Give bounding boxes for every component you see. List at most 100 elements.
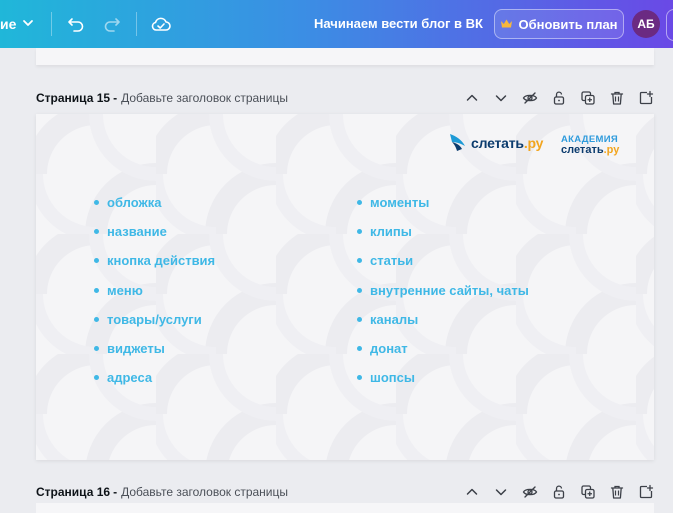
list-item-text: внутренние сайты, чаты [370, 282, 529, 298]
page-actions [451, 481, 654, 503]
list-item-text: каналы [370, 311, 419, 327]
undo-button[interactable] [64, 12, 88, 36]
unlock-icon [553, 91, 565, 105]
list-item-text: меню [107, 282, 143, 298]
share-button-edge[interactable] [666, 9, 673, 41]
upgrade-plan-label: Обновить план [518, 16, 618, 32]
list-item: меню [94, 276, 215, 305]
list-item: статьи [357, 246, 529, 275]
page-15-header: Страница 15 - Добавьте заголовок страниц… [36, 87, 654, 109]
list-item-text: обложка [107, 195, 162, 211]
page-title-separator: - [113, 91, 118, 105]
lock-page-button[interactable] [551, 484, 567, 500]
academy-sletat-logo: АКАДЕМИЯ слетать.ру [561, 134, 625, 156]
hide-page-button[interactable] [522, 90, 538, 106]
hide-page-button[interactable] [522, 484, 538, 500]
list-item: адреса [94, 363, 215, 392]
delete-page-button[interactable] [609, 484, 625, 500]
bullet [357, 346, 362, 352]
sletat-ru-logo: слетать.ру [448, 130, 543, 156]
bullet [357, 258, 362, 264]
duplicate-page-button[interactable] [580, 90, 596, 106]
move-page-up-button[interactable] [464, 484, 480, 500]
slide-canvas-page-15[interactable]: слетать.ру АКАДЕМИЯ слетать.ру обложка н… [36, 114, 654, 460]
list-item-text: товары/услуги [107, 311, 202, 327]
chevron-down-icon [495, 489, 507, 496]
user-avatar[interactable]: АБ [632, 10, 660, 38]
bullet [357, 316, 362, 322]
duplicate-icon [581, 485, 595, 499]
cloud-saved-button[interactable] [149, 12, 173, 36]
list-item: моменты [357, 188, 529, 217]
logo2-suffix: .ру [603, 144, 620, 156]
bullet [94, 287, 99, 293]
list-item-text: название [107, 224, 167, 240]
redo-button[interactable] [100, 12, 124, 36]
list-item: название [94, 217, 215, 246]
list-item-text: клипы [370, 224, 412, 240]
bullet [357, 287, 362, 293]
previous-page-bottom [36, 48, 654, 65]
bullet [94, 316, 99, 322]
list-item-text: моменты [370, 195, 430, 211]
bullet [357, 375, 362, 381]
trash-icon [610, 91, 624, 105]
list-item-text: донат [370, 341, 408, 357]
bullet [357, 200, 362, 206]
bullet [94, 258, 99, 264]
cloud-check-icon [151, 17, 171, 31]
document-title[interactable]: Начинаем вести блог в ВК [314, 16, 483, 31]
file-menu-button[interactable]: ие [0, 14, 34, 34]
list-item: кнопка действия [94, 246, 215, 275]
lock-page-button[interactable] [551, 90, 567, 106]
add-page-button[interactable] [638, 90, 654, 106]
unlock-icon [553, 485, 565, 499]
move-page-down-button[interactable] [493, 484, 509, 500]
bullet [94, 229, 99, 235]
list-item-text: кнопка действия [107, 253, 216, 269]
toolbar-divider [136, 12, 137, 36]
page-title-input[interactable]: Добавьте заголовок страницы [121, 485, 288, 499]
upgrade-plan-button[interactable]: Обновить план [494, 9, 624, 39]
add-page-button[interactable] [638, 484, 654, 500]
duplicate-page-button[interactable] [580, 484, 596, 500]
eye-off-icon [522, 92, 538, 104]
left-bullet-list: обложка название кнопка действия меню то… [94, 188, 215, 392]
add-page-icon [639, 90, 654, 105]
toolbar-divider [51, 12, 52, 36]
page-number-label: Страница 15 [36, 91, 111, 105]
add-page-icon [639, 484, 654, 499]
move-page-up-button[interactable] [464, 90, 480, 106]
logo2-main: слетать [561, 144, 604, 156]
bullet [94, 375, 99, 381]
chevron-down-icon [495, 95, 507, 102]
eye-off-icon [522, 486, 538, 498]
page-title-input[interactable]: Добавьте заголовок страницы [121, 91, 288, 105]
delete-page-button[interactable] [609, 90, 625, 106]
list-item-text: статьи [370, 253, 414, 269]
chevron-up-icon [466, 488, 478, 495]
bullet [94, 200, 99, 206]
list-item-text: шопсы [370, 370, 415, 386]
chevron-down-icon [22, 16, 34, 32]
move-page-down-button[interactable] [493, 90, 509, 106]
list-item-text: виджеты [107, 341, 165, 357]
list-item-text: адреса [107, 370, 153, 386]
list-item: клипы [357, 217, 529, 246]
list-item: донат [357, 334, 529, 363]
redo-icon [104, 18, 120, 32]
list-item: товары/услуги [94, 305, 215, 334]
page-16-header: Страница 16 - Добавьте заголовок страниц… [36, 481, 654, 503]
editor-topbar: ие Начинаем вести блог в ВК Обновить пла… [0, 0, 673, 48]
logo1-main: слетать [471, 135, 524, 151]
next-page-top [36, 503, 654, 513]
list-item: внутренние сайты, чаты [357, 276, 529, 305]
logo1-suffix: .ру [523, 135, 544, 151]
page-actions [451, 87, 654, 109]
list-item: виджеты [94, 334, 215, 363]
list-item: каналы [357, 305, 529, 334]
undo-icon [68, 18, 84, 32]
bullet [357, 229, 362, 235]
file-menu-label: ие [0, 16, 17, 32]
right-bullet-list: моменты клипы статьи внутренние сайты, ч… [357, 188, 529, 392]
